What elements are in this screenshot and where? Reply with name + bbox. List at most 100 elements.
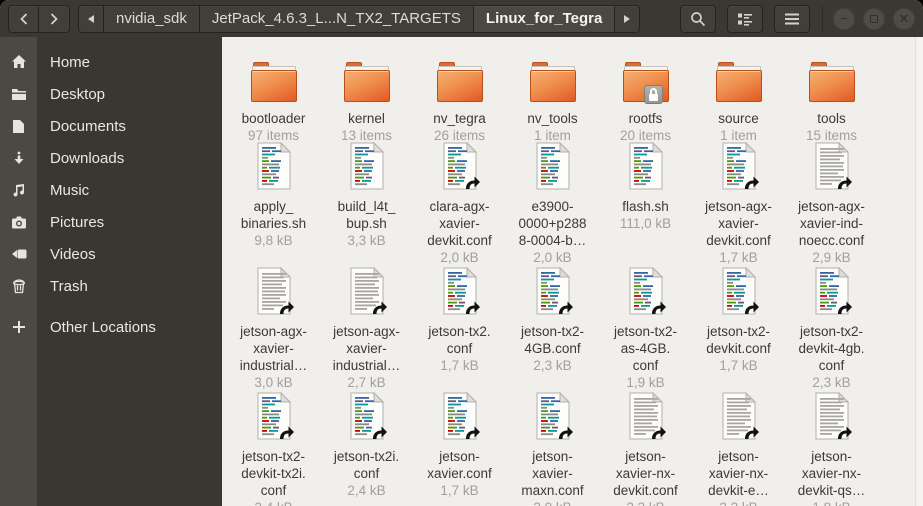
file-name-label: jetson-agx- xavier- industrial…: [332, 324, 401, 373]
path-scroll-right-button[interactable]: [615, 4, 641, 33]
forward-button[interactable]: [39, 4, 70, 33]
symlink-emblem-icon: [464, 425, 481, 445]
file-name-label: rootfs: [628, 111, 663, 126]
folder-item[interactable]: nv_tegra 26 items: [413, 57, 506, 145]
window-controls: − ✕: [833, 7, 917, 30]
file-detail-label: 2,0 kB: [533, 500, 571, 506]
file-name-label: jetson- xavier-nx- devkit.conf: [613, 449, 678, 498]
file-item[interactable]: jetson- xavier-nx- devkit-qs… 1,8 kB: [785, 391, 878, 506]
file-item[interactable]: jetson-agx- xavier-ind- noecc.conf 2,9 kB: [785, 141, 878, 270]
minimize-button[interactable]: −: [833, 7, 855, 30]
file-browser: bootloader 97 items kernel 13 items nv_tegra…: [222, 37, 923, 506]
sidebar-item-videos[interactable]: Videos: [0, 238, 222, 270]
file-name-label: jetson-agx- xavier-ind- noecc.conf: [798, 199, 865, 248]
file-detail-label: 2,4 kB: [254, 500, 292, 506]
file-item[interactable]: jetson- xavier.conf 1,7 kB: [413, 391, 506, 506]
file-item[interactable]: jetson- xavier-nx- devkit-e… 2,2 kB: [692, 391, 785, 506]
folder-item[interactable]: nv_tools 1 item: [506, 57, 599, 145]
symlink-emblem-icon: [278, 300, 295, 320]
scrollbar[interactable]: [915, 37, 923, 506]
file-detail-label: 2,3 kB: [626, 500, 664, 506]
sidebar-item-other-locations[interactable]: Other Locations: [0, 311, 222, 343]
file-item[interactable]: jetson-tx2. conf 1,7 kB: [413, 266, 506, 395]
chevron-right-icon: [50, 12, 58, 25]
file-item[interactable]: jetson- xavier-nx- devkit.conf 2,3 kB: [599, 391, 692, 506]
maximize-button[interactable]: [863, 7, 885, 30]
window-body: Home Desktop Documents Downloads Music Pictur…: [0, 37, 923, 506]
sidebar-item-pictures[interactable]: Pictures: [0, 206, 222, 238]
file-item[interactable]: jetson-tx2i. conf 2,4 kB: [320, 391, 413, 506]
sidebar-item-label: Trash: [50, 277, 88, 295]
back-button[interactable]: [8, 4, 39, 33]
path-scroll-left-button[interactable]: [78, 4, 104, 33]
file-item[interactable]: apply_ binaries.sh 9,8 kB: [227, 141, 320, 270]
script-file-icon: [627, 141, 665, 195]
file-name-label: jetson- xavier.conf: [427, 449, 492, 481]
symlink-emblem-icon: [650, 300, 667, 320]
sidebar-item-downloads[interactable]: Downloads: [0, 142, 222, 174]
folder-item[interactable]: kernel 13 items: [320, 57, 413, 145]
sidebar-item-label: Desktop: [50, 85, 106, 103]
symlink-emblem-icon: [557, 425, 574, 445]
folder-icon: [343, 62, 390, 102]
search-button[interactable]: [680, 4, 716, 33]
sidebar-item-label: Videos: [50, 245, 96, 263]
script-file-icon: [534, 141, 572, 195]
file-item[interactable]: jetson-agx- xavier- industrial… 3,0 kB: [227, 266, 320, 395]
symlink-emblem-icon: [371, 425, 388, 445]
file-name-label: jetson-agx- xavier- devkit.conf: [705, 199, 772, 248]
file-item[interactable]: jetson-tx2- 4GB.conf 2,3 kB: [506, 266, 599, 395]
file-item[interactable]: jetson- xavier- maxn.conf 2,0 kB: [506, 391, 599, 506]
sidebar-item-home[interactable]: Home: [0, 46, 222, 78]
folder-item[interactable]: tools 15 items: [785, 57, 878, 145]
file-item[interactable]: jetson-tx2- as-4GB. conf 1,9 kB: [599, 266, 692, 395]
symlink-emblem-icon: [836, 300, 853, 320]
file-detail-label: 1,7 kB: [719, 250, 758, 265]
file-name-label: jetson- xavier-nx- devkit-e…: [708, 449, 769, 498]
file-name-label: nv_tools: [527, 111, 578, 126]
file-item[interactable]: jetson-tx2- devkit-4gb. conf 2,3 kB: [785, 266, 878, 395]
sidebar-item-music[interactable]: Music: [0, 174, 222, 206]
file-item[interactable]: flash.sh 111,0 kB: [599, 141, 692, 270]
file-item[interactable]: clara-agx- xavier- devkit.conf 2,0 kB: [413, 141, 506, 270]
menu-button[interactable]: [774, 4, 810, 33]
file-item[interactable]: jetson-agx- xavier- devkit.conf 1,7 kB: [692, 141, 785, 270]
file-detail-label: 2,0 kB: [533, 250, 572, 265]
folder-item[interactable]: bootloader 97 items: [227, 57, 320, 145]
file-name-label: source: [718, 111, 759, 126]
file-item[interactable]: jetson-tx2- devkit-tx2i. conf 2,4 kB: [227, 391, 320, 506]
sidebar-item-label: Music: [50, 181, 90, 199]
file-name-label: jetson-tx2- devkit-4gb. conf: [798, 324, 865, 373]
chevron-left-icon: [19, 12, 27, 25]
breadcrumb-jetpack[interactable]: JetPack_4.6.3_L...N_TX2_TARGETS: [199, 4, 474, 33]
file-grid: bootloader 97 items kernel 13 items nv_tegra…: [222, 37, 923, 506]
breadcrumb: nvidia_sdk JetPack_4.6.3_L...N_TX2_TARGE…: [78, 4, 641, 33]
close-button[interactable]: ✕: [893, 7, 915, 30]
file-item[interactable]: jetson-tx2- devkit.conf 1,7 kB: [692, 266, 785, 395]
file-name-label: flash.sh: [622, 199, 669, 214]
file-detail-label: 3,0 kB: [254, 375, 293, 390]
folder-item[interactable]: source 1 item: [692, 57, 785, 145]
file-detail-label: 2,2 kB: [719, 500, 757, 506]
file-detail-label: 2,3 kB: [812, 375, 851, 390]
symlink-emblem-icon: [464, 175, 481, 195]
view-toggle-button[interactable]: [727, 4, 763, 33]
file-name-label: jetson- xavier-nx- devkit-qs…: [797, 449, 866, 498]
search-icon: [691, 11, 706, 26]
documents-icon: [0, 119, 37, 134]
breadcrumb-linux-for-tegra[interactable]: Linux_for_Tegra: [473, 4, 616, 33]
home-icon: [0, 54, 37, 70]
file-item[interactable]: build_l4t_ bup.sh 3,3 kB: [320, 141, 413, 270]
triangle-right-icon: [624, 14, 631, 23]
folder-item[interactable]: rootfs 20 items: [599, 57, 692, 145]
breadcrumb-nvidia-sdk[interactable]: nvidia_sdk: [104, 4, 200, 33]
sidebar-item-desktop[interactable]: Desktop: [0, 78, 222, 110]
file-item[interactable]: jetson-agx- xavier- industrial… 2,7 kB: [320, 266, 413, 395]
downloads-icon: [0, 151, 37, 166]
sidebar-item-trash[interactable]: Trash: [0, 270, 222, 302]
file-item[interactable]: e3900- 0000+p288 8-0004-b… 2,0 kB: [506, 141, 599, 270]
sidebar-item-documents[interactable]: Documents: [0, 110, 222, 142]
file-name-label: jetson-tx2- 4GB.conf: [520, 324, 585, 356]
folder-icon: [808, 62, 855, 102]
file-name-label: apply_ binaries.sh: [240, 199, 307, 231]
